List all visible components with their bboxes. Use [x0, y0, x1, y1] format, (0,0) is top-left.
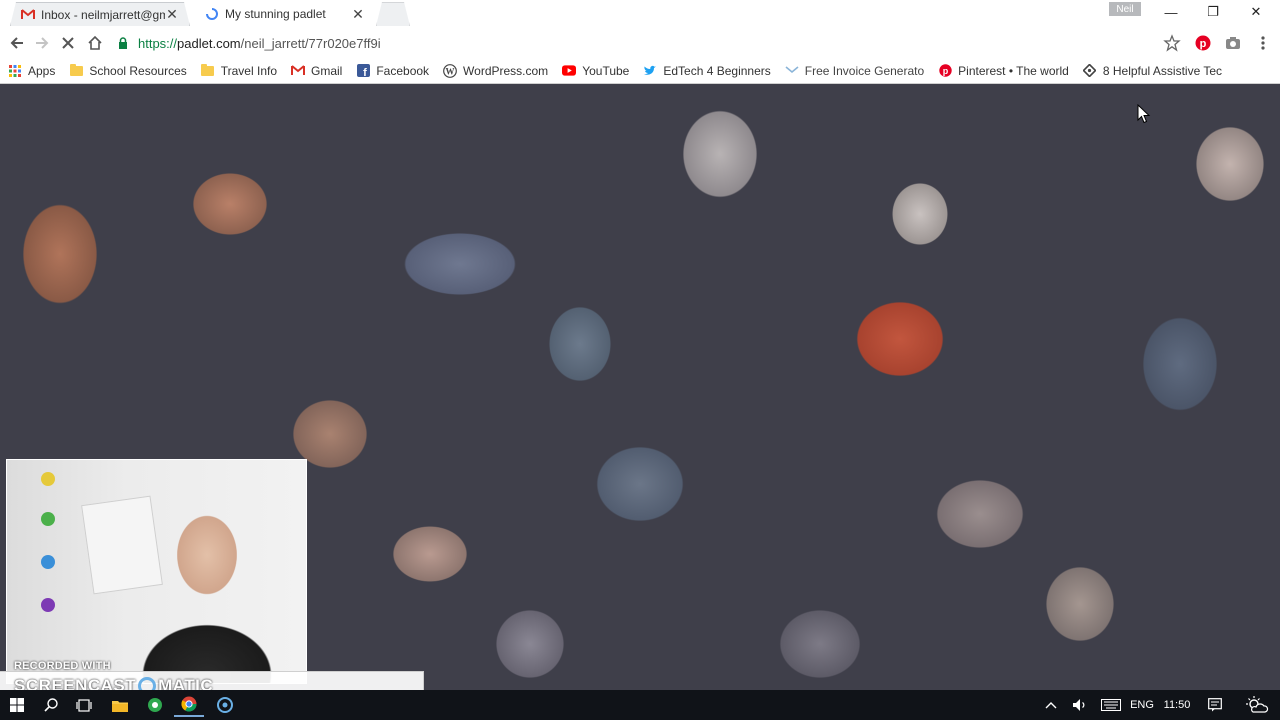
bookmark-label: School Resources — [89, 63, 187, 78]
url-path: /neil_jarrett/77r020e7ff9i — [240, 35, 381, 51]
wordpress-icon: W — [443, 63, 457, 78]
gmail-icon — [21, 9, 35, 21]
tray-chevron-up-icon[interactable] — [1040, 690, 1062, 720]
bookmark-edtech[interactable]: EdTech 4 Beginners — [643, 63, 771, 78]
browser-title-bar: Inbox - neilmjarrett@gm ✕ My stunning pa… — [0, 0, 1280, 28]
bookmark-label: Gmail — [311, 63, 343, 78]
volume-icon[interactable] — [1068, 690, 1092, 720]
watermark-caption: RECORDED WITH — [14, 660, 111, 672]
bookmarks-bar: Apps School Resources Travel Info Gmail … — [0, 58, 1280, 84]
notifications-icon[interactable] — [1204, 690, 1226, 720]
url-scheme: https:// — [138, 35, 178, 51]
bookmark-gmail[interactable]: Gmail — [291, 64, 342, 78]
tab-title: Inbox - neilmjarrett@gm — [41, 7, 165, 22]
bookmark-label: Facebook — [376, 63, 430, 78]
bookmark-travel-info[interactable]: Travel Info — [201, 63, 277, 78]
diamond-icon — [1083, 64, 1097, 78]
bookmark-pinterest[interactable]: p Pinterest • The world — [938, 64, 1069, 78]
pinterest-extension-icon[interactable]: p — [1194, 34, 1212, 52]
mouse-cursor-icon — [1137, 103, 1151, 124]
wall-poster — [81, 495, 163, 595]
twitter-icon — [643, 64, 657, 78]
back-arrow-icon[interactable] — [6, 32, 28, 54]
address-bar[interactable]: https://padlet.com/neil_jarrett/77r020e7… — [112, 31, 1188, 55]
bookmark-wordpress[interactable]: W WordPress.com — [443, 64, 548, 78]
apps-grid-icon — [8, 64, 22, 78]
bookmark-invoice[interactable]: Free Invoice Generato — [785, 64, 924, 78]
forward-arrow-icon[interactable] — [31, 32, 53, 54]
bookmark-label: Travel Info — [220, 63, 277, 78]
close-tab-icon[interactable]: ✕ — [165, 6, 179, 23]
new-tab-button[interactable] — [376, 2, 410, 26]
bookmark-label: 8 Helpful Assistive Tec — [1102, 63, 1223, 78]
bookmark-label: YouTube — [582, 63, 630, 78]
close-window-icon[interactable]: ✕ — [1235, 0, 1277, 24]
bookmark-star-icon[interactable] — [1163, 34, 1181, 52]
home-icon[interactable] — [84, 32, 106, 54]
language-indicator[interactable]: ENG — [1127, 690, 1157, 720]
bookmark-label: WordPress.com — [463, 63, 549, 78]
restore-icon[interactable]: ❐ — [1192, 0, 1234, 24]
windows-taskbar: ENG 11:50 — [0, 690, 1280, 720]
clock-time[interactable]: 11:50 — [1160, 690, 1194, 720]
bookmark-apps[interactable]: Apps — [8, 64, 55, 78]
bookmark-youtube[interactable]: YouTube — [562, 64, 629, 78]
url-text: https://padlet.com/neil_jarrett/77r020e7… — [138, 36, 381, 51]
facebook-icon: f — [356, 64, 370, 78]
chrome-taskbar-icon[interactable] — [174, 693, 204, 717]
bookmark-assistive-tech[interactable]: 8 Helpful Assistive Tec — [1083, 64, 1222, 78]
gmail-icon — [291, 64, 305, 78]
bookmark-label: Apps — [28, 63, 56, 78]
folder-icon — [69, 63, 83, 78]
url-host: padlet.com — [177, 35, 241, 51]
search-icon[interactable] — [36, 693, 66, 717]
folder-icon — [201, 63, 215, 78]
file-explorer-icon[interactable] — [105, 693, 135, 717]
screencast-taskbar-icon[interactable] — [210, 693, 240, 717]
youtube-icon — [562, 64, 577, 78]
bookmark-label: EdTech 4 Beginners — [663, 63, 771, 78]
menu-dots-icon[interactable] — [1254, 34, 1272, 52]
bookmark-school-resources[interactable]: School Resources — [69, 63, 187, 78]
weather-icon[interactable] — [1240, 690, 1274, 720]
tab-title: My stunning padlet — [225, 7, 326, 21]
loading-icon — [205, 8, 219, 20]
tab-padlet[interactable]: My stunning padlet ✕ — [195, 2, 375, 26]
webcam-overlay — [6, 459, 307, 684]
minimize-icon[interactable]: — — [1150, 0, 1192, 24]
pinterest-icon: p — [938, 64, 952, 78]
camera-extension-icon[interactable] — [1224, 34, 1242, 52]
svg-text:W: W — [446, 66, 455, 76]
task-view-icon[interactable] — [69, 693, 99, 717]
svg-text:p: p — [1200, 38, 1207, 50]
invoice-icon — [785, 64, 799, 78]
profile-name-badge[interactable]: Neil — [1109, 2, 1141, 16]
screen-recorder-app-icon[interactable] — [140, 693, 170, 717]
tab-inbox[interactable]: Inbox - neilmjarrett@gm ✕ — [10, 2, 190, 26]
windows-start-icon[interactable] — [2, 693, 32, 717]
svg-text:p: p — [942, 66, 948, 76]
stop-loading-icon[interactable] — [57, 32, 79, 54]
close-tab-icon[interactable]: ✕ — [351, 6, 365, 23]
svg-text:f: f — [363, 67, 367, 77]
browser-toolbar: https://padlet.com/neil_jarrett/77r020e7… — [0, 28, 1280, 58]
keyboard-icon[interactable] — [1098, 690, 1124, 720]
bookmark-label: Pinterest • The world — [958, 63, 1069, 78]
lock-icon — [116, 36, 130, 50]
bookmark-facebook[interactable]: f Facebook — [356, 64, 429, 78]
bookmark-label: Free Invoice Generato — [804, 63, 925, 78]
